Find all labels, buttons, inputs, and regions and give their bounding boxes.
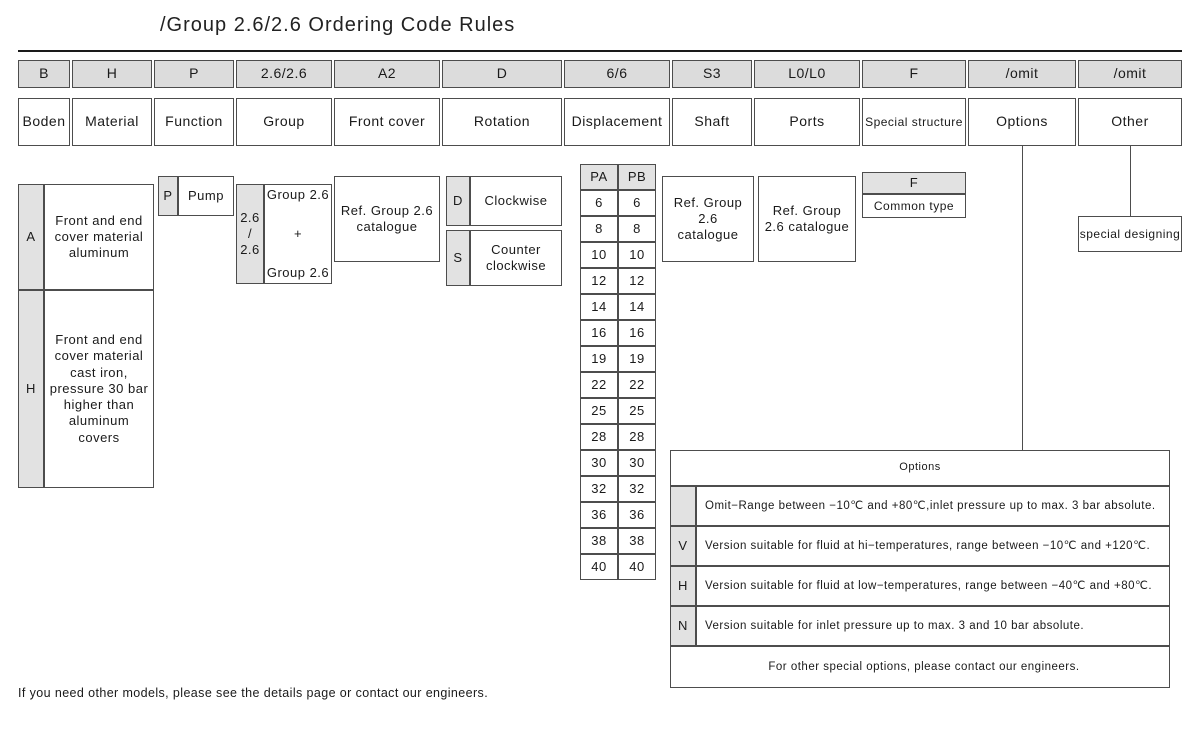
label-shaft: Shaft bbox=[672, 98, 752, 146]
function-key-p: P bbox=[158, 176, 178, 216]
footer-note: If you need other models, please see the… bbox=[18, 686, 489, 700]
displacement-cell-pa-9: 28 bbox=[580, 424, 618, 450]
label-options: Options bbox=[968, 98, 1076, 146]
code-cell-displacement: 6/6 bbox=[564, 60, 670, 88]
displacement-cell-pb-11: 32 bbox=[618, 476, 656, 502]
displacement-cell-pa-14: 40 bbox=[580, 554, 618, 580]
displacement-cell-pb-2: 10 bbox=[618, 242, 656, 268]
label-material: Material bbox=[72, 98, 152, 146]
displacement-cell-pa-13: 38 bbox=[580, 528, 618, 554]
label-boden: Boden bbox=[18, 98, 70, 146]
title-divider bbox=[18, 50, 1182, 52]
label-rotation: Rotation bbox=[442, 98, 562, 146]
rotation-key-s: S bbox=[446, 230, 470, 286]
group-text-line-2: + bbox=[293, 225, 303, 241]
displacement-cell-pb-12: 36 bbox=[618, 502, 656, 528]
special-structure-text: Common type bbox=[862, 194, 966, 218]
ports-text: Ref. Group 2.6 catalogue bbox=[758, 176, 856, 262]
code-cell-function: P bbox=[154, 60, 234, 88]
displacement-cell-pa-10: 30 bbox=[580, 450, 618, 476]
displacement-cell-pb-13: 38 bbox=[618, 528, 656, 554]
special-structure-key-f: F bbox=[862, 172, 966, 194]
code-cell-ports: L0/L0 bbox=[754, 60, 860, 88]
displacement-cell-pb-14: 40 bbox=[618, 554, 656, 580]
displacement-cell-pa-4: 14 bbox=[580, 294, 618, 320]
options-text-2: Version suitable for fluid at low−temper… bbox=[696, 566, 1170, 606]
code-cell-material: H bbox=[72, 60, 152, 88]
displacement-cell-pa-8: 25 bbox=[580, 398, 618, 424]
displacement-cell-pb-8: 25 bbox=[618, 398, 656, 424]
code-cell-other: /omit bbox=[1078, 60, 1182, 88]
other-text: special designing bbox=[1078, 216, 1182, 252]
options-table-footer: For other special options, please contac… bbox=[670, 646, 1170, 688]
displacement-cell-pb-10: 30 bbox=[618, 450, 656, 476]
displacement-header-pb: PB bbox=[618, 164, 656, 190]
displacement-cell-pb-7: 22 bbox=[618, 372, 656, 398]
rotation-text-counter-clockwise: Counter clockwise bbox=[470, 230, 562, 286]
label-special-structure: Special structure bbox=[862, 98, 966, 146]
material-key-h: H bbox=[18, 290, 44, 488]
page-title: /Group 2.6/2.6 Ordering Code Rules bbox=[160, 14, 516, 36]
displacement-header-pa: PA bbox=[580, 164, 618, 190]
options-text-3: Version suitable for inlet pressure up t… bbox=[696, 606, 1170, 646]
displacement-cell-pb-1: 8 bbox=[618, 216, 656, 242]
displacement-cell-pa-1: 8 bbox=[580, 216, 618, 242]
code-cell-boden: B bbox=[18, 60, 70, 88]
front-cover-text: Ref. Group 2.6 catalogue bbox=[334, 176, 440, 262]
material-text-a: Front and end cover material aluminum bbox=[44, 184, 154, 290]
displacement-cell-pa-12: 36 bbox=[580, 502, 618, 528]
code-cell-shaft: S3 bbox=[672, 60, 752, 88]
options-table-title: Options bbox=[670, 450, 1170, 486]
code-cell-special-structure: F bbox=[862, 60, 966, 88]
displacement-cell-pb-5: 16 bbox=[618, 320, 656, 346]
displacement-cell-pa-2: 10 bbox=[580, 242, 618, 268]
group-key-line-2: / bbox=[247, 225, 253, 241]
label-displacement: Displacement bbox=[564, 98, 670, 146]
material-key-a: A bbox=[18, 184, 44, 290]
label-function: Function bbox=[154, 98, 234, 146]
code-cell-options: /omit bbox=[968, 60, 1076, 88]
displacement-cell-pb-3: 12 bbox=[618, 268, 656, 294]
rotation-key-d: D bbox=[446, 176, 470, 226]
displacement-cell-pa-5: 16 bbox=[580, 320, 618, 346]
displacement-cell-pb-9: 28 bbox=[618, 424, 656, 450]
function-text-pump: Pump bbox=[178, 176, 234, 216]
label-ports: Ports bbox=[754, 98, 860, 146]
code-cell-rotation: D bbox=[442, 60, 562, 88]
label-group: Group bbox=[236, 98, 332, 146]
options-text-0: Omit−Range between −10℃ and +80℃,inlet p… bbox=[696, 486, 1170, 526]
displacement-cell-pb-0: 6 bbox=[618, 190, 656, 216]
code-cell-front-cover: A2 bbox=[334, 60, 440, 88]
group-text: Group 2.6 + Group 2.6 bbox=[264, 184, 332, 284]
options-key-0 bbox=[670, 486, 696, 526]
label-front-cover: Front cover bbox=[334, 98, 440, 146]
material-text-h: Front and end cover material cast iron, … bbox=[44, 290, 154, 488]
group-key-line-1: 2.6 bbox=[240, 209, 260, 225]
other-connector-line bbox=[1130, 146, 1131, 216]
options-connector-line bbox=[1022, 146, 1023, 450]
displacement-cell-pa-3: 12 bbox=[580, 268, 618, 294]
options-key-2: H bbox=[670, 566, 696, 606]
displacement-cell-pb-6: 19 bbox=[618, 346, 656, 372]
label-other: Other bbox=[1078, 98, 1182, 146]
options-text-1: Version suitable for fluid at hi−tempera… bbox=[696, 526, 1170, 566]
group-text-line-1: Group 2.6 bbox=[266, 187, 330, 202]
group-text-line-3: Group 2.6 bbox=[266, 264, 330, 280]
displacement-cell-pa-11: 32 bbox=[580, 476, 618, 502]
group-key-line-3: 2.6 bbox=[240, 242, 260, 258]
options-key-3: N bbox=[670, 606, 696, 646]
group-key: 2.6 / 2.6 bbox=[236, 184, 264, 284]
code-cell-group: 2.6/2.6 bbox=[236, 60, 332, 88]
options-key-1: V bbox=[670, 526, 696, 566]
shaft-text: Ref. Group 2.6 catalogue bbox=[662, 176, 754, 262]
displacement-cell-pa-7: 22 bbox=[580, 372, 618, 398]
displacement-cell-pa-0: 6 bbox=[580, 190, 618, 216]
displacement-cell-pa-6: 19 bbox=[580, 346, 618, 372]
displacement-cell-pb-4: 14 bbox=[618, 294, 656, 320]
rotation-text-clockwise: Clockwise bbox=[470, 176, 562, 226]
